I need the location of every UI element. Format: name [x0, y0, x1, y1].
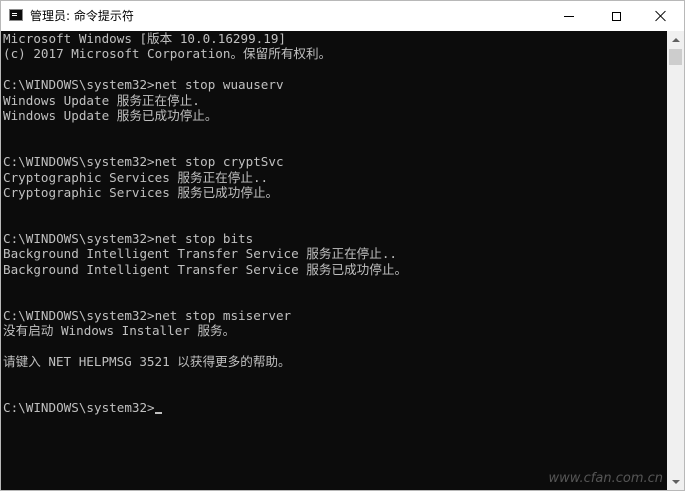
command-prompt-window: 管理员: 命令提示符 Microsoft Windows [版本 10.0.16…	[0, 0, 685, 491]
scroll-thumb[interactable]	[669, 49, 682, 65]
console-line: (c) 2017 Microsoft Corporation。保留所有权利。	[3, 46, 332, 62]
console-line: 没有启动 Windows Installer 服务。	[3, 323, 236, 339]
console-line: C:\WINDOWS\system32>net stop cryptSvc	[3, 154, 284, 170]
console-line: Windows Update 服务已成功停止。	[3, 107, 218, 123]
watermark: www.cfan.com.cn	[548, 471, 663, 486]
console-line: Microsoft Windows [版本 10.0.16299.19]	[3, 31, 286, 46]
close-icon	[655, 10, 667, 22]
console-lines: Microsoft Windows [版本 10.0.16299.19] (c) …	[3, 31, 407, 416]
chevron-down-icon	[671, 479, 680, 484]
chevron-up-icon	[671, 37, 680, 42]
title-bar[interactable]: 管理员: 命令提示符	[1, 1, 684, 31]
console-line: Cryptographic Services 服务已成功停止。	[3, 184, 279, 200]
console-line: C:\WINDOWS\system32>net stop wuauserv	[3, 77, 284, 93]
console-line: C:\WINDOWS\system32>net stop bits	[3, 231, 254, 247]
text-cursor	[154, 412, 162, 415]
console-line: 请键入 NET HELPMSG 3521 以获得更多的帮助。	[3, 354, 291, 370]
maximize-icon	[611, 11, 621, 21]
cmd-icon[interactable]	[9, 9, 23, 21]
console-line: Background Intelligent Transfer Service …	[3, 261, 408, 277]
console-line: Background Intelligent Transfer Service …	[3, 246, 398, 262]
scroll-up-button[interactable]	[667, 31, 684, 48]
console-line: Cryptographic Services 服务正在停止..	[3, 169, 269, 185]
minimize-icon	[564, 15, 574, 17]
console-output[interactable]: Microsoft Windows [版本 10.0.16299.19] (c) …	[1, 31, 667, 490]
close-button[interactable]	[638, 1, 684, 31]
console-line: C:\WINDOWS\system32>net stop msiserver	[3, 308, 292, 324]
window-title: 管理员: 命令提示符	[30, 9, 134, 23]
maximize-button[interactable]	[593, 1, 639, 31]
console-line: Windows Update 服务正在停止.	[3, 92, 200, 108]
minimize-button[interactable]	[546, 1, 592, 31]
vertical-scrollbar[interactable]	[667, 31, 684, 490]
scroll-down-button[interactable]	[667, 473, 684, 490]
console-line: C:\WINDOWS\system32>	[3, 400, 407, 415]
